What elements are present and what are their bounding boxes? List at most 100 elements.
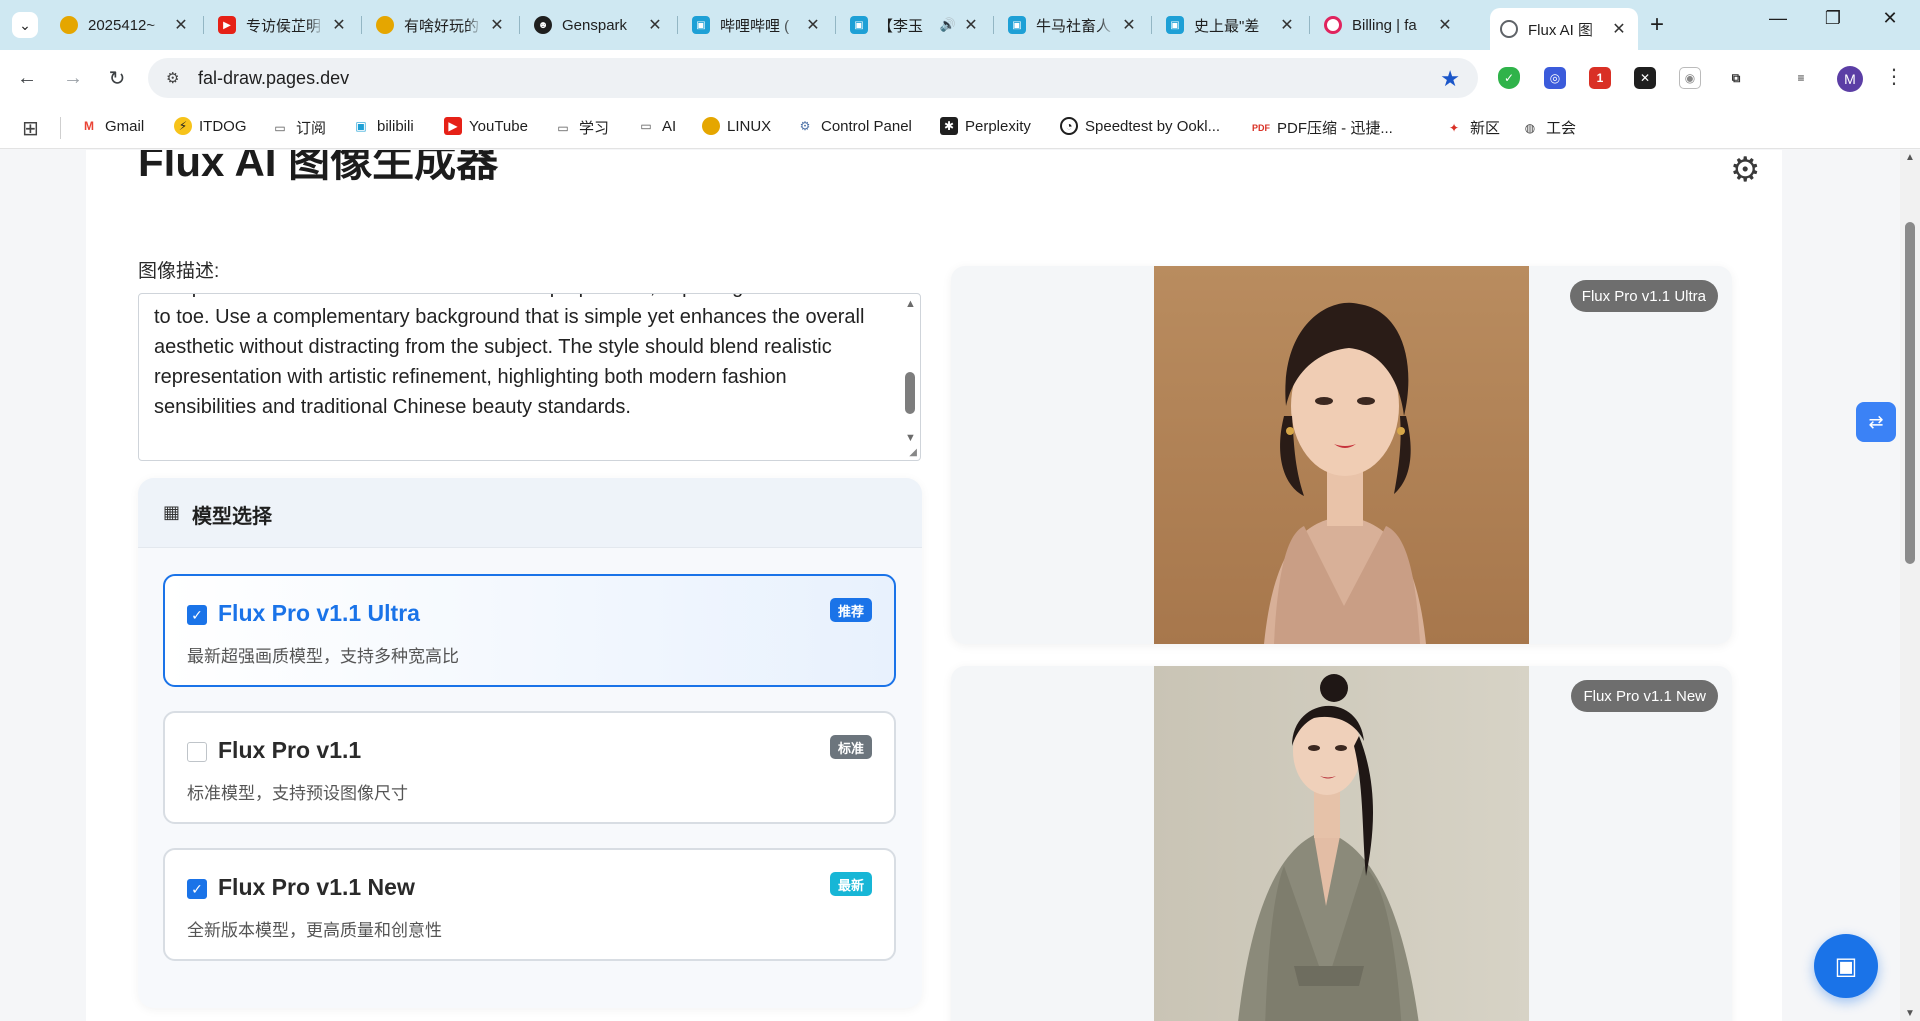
- result-model-tag: Flux Pro v1.1 New: [1571, 680, 1718, 712]
- url-text[interactable]: fal-draw.pages.dev: [198, 68, 349, 89]
- browser-tab[interactable]: ▣ 哔哩哔哩 ( ✕: [682, 8, 832, 42]
- profile-avatar[interactable]: M: [1837, 66, 1863, 92]
- bookmark-pdf[interactable]: PDF PDF压缩 - 迅捷...: [1252, 117, 1393, 138]
- bookmark-youtube[interactable]: ▶ YouTube: [444, 117, 528, 135]
- back-icon[interactable]: ←: [12, 63, 42, 93]
- youtube-icon: ▶: [444, 117, 462, 135]
- apps-grid-icon[interactable]: ⊞: [22, 116, 39, 141]
- address-bar[interactable]: ⚙ fal-draw.pages.dev ★: [148, 58, 1478, 98]
- extension-icon[interactable]: ◎: [1544, 67, 1566, 89]
- bookmark-itdog[interactable]: ⚡ ITDOG: [174, 117, 247, 135]
- notification-extension-icon[interactable]: 1: [1589, 67, 1611, 89]
- page-scrollbar[interactable]: ▲ ▼: [1900, 150, 1920, 1021]
- new-tab-button[interactable]: +: [1650, 11, 1664, 39]
- model-checkbox[interactable]: ✓: [187, 605, 207, 625]
- bookmark-folder-subscribe[interactable]: ▭ 订阅: [271, 117, 326, 138]
- tab-close-icon[interactable]: ✕: [962, 15, 980, 35]
- restore-icon[interactable]: ❐: [1813, 8, 1853, 29]
- page-viewport: Flux AI 图像生成器 ⚙ 图像描述: composition should…: [0, 150, 1920, 1021]
- tab-title: Flux AI 图: [1528, 21, 1594, 39]
- bookmark-linux[interactable]: LINUX: [702, 117, 771, 135]
- result-card-ultra[interactable]: Flux Pro v1.1 Ultra: [951, 266, 1732, 644]
- gallery-fab-button[interactable]: ▣: [1814, 934, 1878, 998]
- browser-tab[interactable]: ▣ 牛马社畜人 ✕: [998, 8, 1148, 42]
- tab-search-button[interactable]: ⌄: [12, 12, 38, 38]
- model-option-ultra[interactable]: ✓ Flux Pro v1.1 Ultra 推荐 最新超强画质模型，支持多种宽高…: [163, 574, 896, 687]
- tab-title: 牛马社畜人: [1036, 17, 1112, 35]
- minimize-icon[interactable]: —: [1758, 8, 1798, 29]
- speaker-icon[interactable]: 🔊: [940, 17, 956, 33]
- bookmark-speedtest[interactable]: ◔ Speedtest by Ookl...: [1060, 117, 1220, 135]
- bookmark-folder-study[interactable]: ▭ 学习: [554, 117, 609, 138]
- browser-tab[interactable]: ▣ 【李玉 🔊 ✕: [840, 8, 990, 42]
- model-section-title: 模型选择: [192, 506, 272, 528]
- model-option-new[interactable]: ✓ Flux Pro v1.1 New 最新 全新版本模型，更高质量和创意性: [163, 848, 896, 961]
- model-checkbox[interactable]: [187, 742, 207, 762]
- browser-tab[interactable]: 2025412~ ✕: [50, 8, 200, 42]
- forward-icon[interactable]: →: [58, 63, 88, 93]
- tab-close-icon[interactable]: ✕: [172, 15, 190, 35]
- model-description: 最新超强画质模型，支持多种宽高比: [187, 647, 459, 666]
- bookmark-control-panel[interactable]: ⚙ Control Panel: [796, 117, 912, 135]
- bookmark-folder-ai[interactable]: ▭ AI: [637, 117, 676, 135]
- browser-tab[interactable]: ☻ Genspark ✕: [524, 8, 674, 42]
- browser-tab[interactable]: Billing | fa ✕: [1314, 8, 1464, 42]
- tab-close-icon[interactable]: ✕: [646, 15, 664, 35]
- bookmark-xinqu[interactable]: ✦ 新区: [1445, 117, 1500, 138]
- scroll-down-icon[interactable]: ▼: [1905, 1008, 1915, 1019]
- bookmark-union[interactable]: ◍ 工会: [1521, 117, 1576, 138]
- tab-favicon-icon: [376, 16, 394, 34]
- translate-icon[interactable]: ⇄: [1856, 402, 1896, 442]
- scroll-up-icon[interactable]: ▲: [1905, 152, 1915, 163]
- scroll-down-icon[interactable]: ▼: [905, 432, 916, 444]
- tab-close-icon[interactable]: ✕: [804, 15, 822, 35]
- bookmark-bilibili[interactable]: ▣ bilibili: [352, 117, 413, 135]
- scrollbar-thumb[interactable]: [905, 372, 915, 414]
- shield-extension-icon[interactable]: ✓: [1498, 67, 1520, 89]
- browser-tab[interactable]: 有啥好玩的 ✕: [366, 8, 516, 42]
- generated-image[interactable]: [1154, 266, 1529, 644]
- prompt-text[interactable]: composition should be artistic with bala…: [154, 294, 874, 422]
- bilibili-favicon-icon: ▣: [1166, 16, 1184, 34]
- tab-close-icon[interactable]: ✕: [1436, 15, 1454, 35]
- settings-gear-icon[interactable]: ⚙: [1730, 150, 1760, 190]
- more-menu-icon[interactable]: ⋮: [1884, 64, 1904, 89]
- result-card-new[interactable]: Flux Pro v1.1 New: [951, 666, 1732, 1021]
- site-info-icon[interactable]: ⚙: [166, 69, 188, 87]
- model-checkbox[interactable]: ✓: [187, 879, 207, 899]
- generated-image[interactable]: [1154, 666, 1529, 1021]
- tab-close-icon[interactable]: ✕: [1278, 15, 1296, 35]
- browser-tab-active[interactable]: Flux AI 图 ✕: [1490, 8, 1638, 50]
- bookmark-perplexity[interactable]: ✱ Perplexity: [940, 117, 1031, 135]
- resize-grip-icon[interactable]: ◢: [909, 447, 917, 458]
- scrollbar-thumb[interactable]: [1905, 222, 1915, 564]
- browser-tab[interactable]: ▣ 史上最"差 ✕: [1156, 8, 1306, 42]
- tab-close-icon[interactable]: ✕: [1610, 19, 1628, 39]
- textarea-scrollbar[interactable]: ▲ ▼: [902, 296, 918, 458]
- close-window-icon[interactable]: ✕: [1870, 8, 1910, 29]
- x-extension-icon[interactable]: ✕: [1634, 67, 1656, 89]
- model-description: 标准模型，支持预设图像尺寸: [187, 784, 408, 803]
- prompt-textarea[interactable]: composition should be artistic with bala…: [138, 293, 921, 461]
- tab-title: 哔哩哔哩 (: [720, 17, 790, 35]
- tab-close-icon[interactable]: ✕: [330, 15, 348, 35]
- tab-favicon-icon: [60, 16, 78, 34]
- tab-title: 有啥好玩的: [404, 17, 480, 35]
- bookmark-star-icon[interactable]: ★: [1440, 66, 1460, 92]
- camera-extension-icon[interactable]: ◉: [1679, 67, 1701, 89]
- tab-close-icon[interactable]: ✕: [1120, 15, 1138, 35]
- scroll-up-icon[interactable]: ▲: [905, 298, 916, 310]
- bookmark-gmail[interactable]: M Gmail: [80, 117, 144, 135]
- reload-icon[interactable]: ↻: [102, 63, 132, 93]
- browser-tab[interactable]: ▶ 专访侯芷明 ✕: [208, 8, 358, 42]
- media-control-icon[interactable]: ≡: [1790, 67, 1812, 89]
- itdog-icon: ⚡: [174, 117, 192, 135]
- speedtest-icon: ◔: [1060, 117, 1078, 135]
- extensions-puzzle-icon[interactable]: ⧉: [1725, 67, 1747, 89]
- tab-close-icon[interactable]: ✕: [488, 15, 506, 35]
- bilibili-favicon-icon: ▣: [1008, 16, 1026, 34]
- model-option-standard[interactable]: Flux Pro v1.1 标准 标准模型，支持预设图像尺寸: [163, 711, 896, 824]
- tab-strip: ⌄ 2025412~ ✕ ▶ 专访侯芷明 ✕ 有啥好玩的 ✕ ☻ Genspar…: [0, 0, 1920, 50]
- genspark-favicon-icon: ☻: [534, 16, 552, 34]
- control-panel-icon: ⚙: [799, 119, 811, 133]
